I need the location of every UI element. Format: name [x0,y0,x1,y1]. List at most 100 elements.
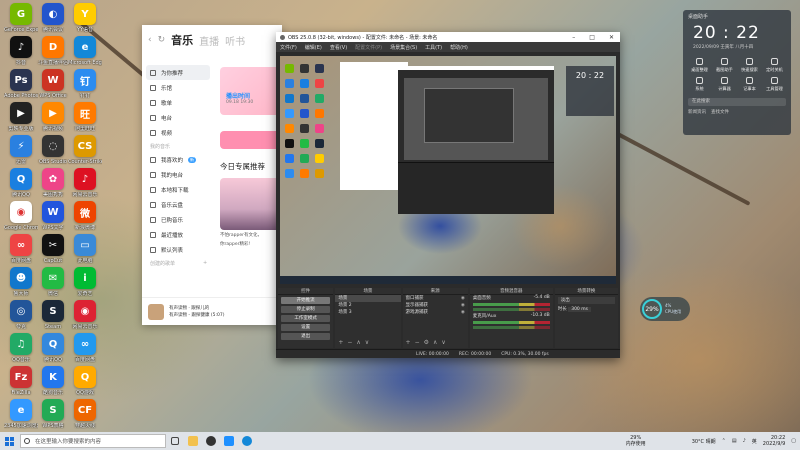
desktop-icon[interactable]: ♫ QQ音乐 [4,333,38,363]
volume-meter[interactable] [472,303,550,306]
desktop-icon[interactable]: ∞ 百度网盘 [4,234,38,264]
volume-meter[interactable] [472,321,550,324]
desktop-icon[interactable]: ◉ Google Chrome [4,201,38,231]
promo-button[interactable] [220,131,282,149]
tool-button[interactable]: 计算器 [712,77,737,92]
notification-icon[interactable]: ▢ [791,438,796,444]
desktop-icon[interactable]: ✉ 微信 [36,267,70,297]
exit-button[interactable]: 退出 [281,333,331,340]
sidebar-item-purchased[interactable]: 已购音乐 [142,212,214,227]
album-cover[interactable] [148,303,164,320]
taskbar-search-input[interactable]: 在这里输入你要搜索的内容 [20,434,166,448]
taskbar-clock[interactable]: 20:22 2022/9/9 [763,435,785,447]
tool-button[interactable]: 桌面整理 [687,58,712,73]
tool-button[interactable]: 定时关机 [762,58,787,73]
start-button[interactable] [0,432,18,450]
tool-button[interactable]: 工具管理 [762,77,787,92]
desktop-icon[interactable]: ∞ 百度网盘 [68,333,102,363]
sidebar-item-my-radio[interactable]: 我的电台 [142,167,214,182]
desktop-icon[interactable]: ✂ CapCut [36,234,70,264]
desktop-icon[interactable]: ◎ 夸克 [4,300,38,330]
menu-view[interactable]: 查看(V) [330,44,347,51]
desktop-icon[interactable]: ◐ 腾讯会议 [36,3,70,33]
music-app-window[interactable]: ‹ ↻ 音乐 直播 听书 为你推荐 乐馆 歌单 电台 视频 我的音乐 我喜欢的新… [142,25,282,325]
desktop-icon[interactable]: Q QQ游戏 [68,366,102,396]
tool-button[interactable]: 快速搜索 [737,58,762,73]
tab-live[interactable]: 直播 [199,33,219,48]
desktop-icon[interactable]: 钉钉钉 [68,69,102,99]
sidebar-item-recommend[interactable]: 为你推荐 [146,65,210,80]
menu-profile[interactable]: 配置文件(P) [355,44,382,51]
desktop-icon[interactable]: ♪ 抖音 [4,36,38,66]
cpu-widget[interactable]: 29% 4% CPU使用 [640,297,690,321]
desktop-icon[interactable]: Q 腾讯QQ [4,168,38,198]
volume-slider[interactable] [472,326,550,329]
back-arrow-icon[interactable]: ‹ [148,35,152,45]
tab-music[interactable]: 音乐 [171,32,193,48]
desktop-icon[interactable]: W WPS文字 [36,201,70,231]
sidebar-item-default[interactable]: 默认列表 [142,242,214,257]
desktop-icon[interactable]: S Steam [36,300,70,330]
desktop-icon[interactable]: e 2345加速浏览器 [4,399,38,429]
volume-icon[interactable]: ♪ [743,438,746,444]
taskbar-app-edge[interactable] [238,432,256,450]
menu-help[interactable]: 帮助(H) [450,44,468,51]
taskbar-app-file-explorer[interactable] [184,432,202,450]
sidebar-item-liked[interactable]: 我喜欢的新 [142,152,214,167]
widget-link[interactable]: 新闻资讯 [688,109,706,115]
add-icon[interactable]: + [203,260,207,266]
sidebar-item-recent[interactable]: 最近播放 [142,227,214,242]
close-icon[interactable]: ✕ [609,34,614,41]
sidebar-item-cloud[interactable]: 音乐云盘 [142,197,214,212]
menu-scene-collection[interactable]: 场景集合(S) [390,44,417,51]
scene-item[interactable]: 场景 2 [335,302,400,309]
desktop-icon[interactable]: ⚡ 迅雷 [4,135,38,165]
desktop-icon[interactable]: S WPS表格 [36,399,70,429]
taskbar-app-music[interactable] [220,432,238,450]
desktop-icon[interactable]: 微新浪微博 [68,201,102,231]
desktop-icon[interactable]: ▭ 此电脑 [68,234,102,264]
menu-tools[interactable]: 工具(T) [425,44,442,51]
settings-button[interactable]: 设置 [281,324,331,331]
desktop-icon[interactable]: G GeForce Experience [4,3,38,33]
menu-file[interactable]: 文件(F) [280,44,297,51]
scenes-toolbar[interactable]: +−∧∨ [338,339,373,346]
tool-button[interactable]: 记事本 [737,77,762,92]
scene-item[interactable]: 场景 [335,295,401,302]
desktop-icon[interactable]: ◌ OBS Studio [36,135,70,165]
weather[interactable]: 30°C 晴朗 [692,438,716,445]
banner-card[interactable]: 播出时间 09.18 19:30 [220,67,282,115]
recommend-cover[interactable] [220,178,282,230]
desktop-icon[interactable]: ▶ 剪映专业版 [4,102,38,132]
desktop-icon[interactable]: ▶ 腾讯视频 [36,102,70,132]
desktop-icon[interactable]: CS Counter-Strike Global.. [68,135,102,165]
duration-input[interactable]: 300 ms [568,307,591,312]
transition-select[interactable]: 淡出 [557,297,615,304]
source-item[interactable]: 窗口捕获 ◉ [403,295,468,302]
sidebar-item-playlist[interactable]: 歌单 [142,95,214,110]
network-icon[interactable]: ▤ [732,438,737,444]
desktop-icon[interactable]: Fz FileZilla [4,366,38,396]
obs-preview[interactable]: 20 : 22 [280,56,616,284]
tool-button[interactable]: 截图助手 [712,58,737,73]
menu-edit[interactable]: 编辑(E) [305,44,322,51]
start-streaming-button[interactable]: 开始推流 [281,297,331,304]
volume-slider[interactable] [472,308,550,311]
desktop-icon[interactable]: i 爱奇艺 [68,267,102,297]
eye-icon[interactable]: ◉ [461,295,465,302]
desktop-icon[interactable]: e Microsoft Edge [68,36,102,66]
widget-link[interactable]: 查找文件 [711,109,729,115]
desktop-icon[interactable]: ✿ 美图秀秀 [36,168,70,198]
eye-icon[interactable]: ◉ [461,302,465,309]
eye-icon[interactable]: ◉ [461,309,465,316]
desktop-icon[interactable]: 旺阿里旺旺 [68,102,102,132]
task-view-button[interactable] [166,432,184,450]
taskbar-cpu[interactable]: 29% 内存使用 [626,435,646,447]
source-item[interactable]: 显示器捕获 ◉ [403,302,468,309]
ime-indicator[interactable]: 英 [752,438,757,445]
tool-button[interactable]: 系统 [687,77,712,92]
desktop-icon[interactable]: CF 穿越火线 [68,399,102,429]
sidebar-item-radio[interactable]: 电台 [142,110,214,125]
desktop-icon[interactable]: D 斗鱼直播伴侣 [36,36,70,66]
desktop-icon[interactable]: ◉ 网易云音乐 [68,300,102,330]
